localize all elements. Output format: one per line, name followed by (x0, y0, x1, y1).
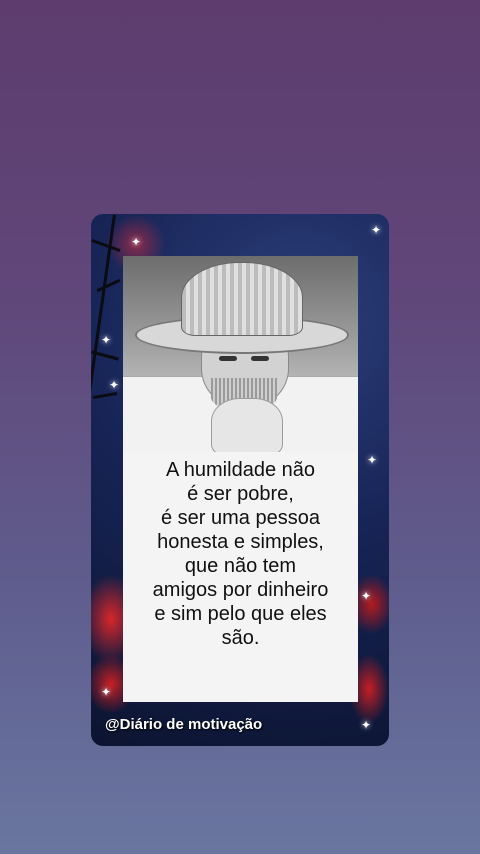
quote-box: A humildade não é ser pobre, é ser uma p… (123, 452, 358, 702)
quote-text: A humildade não é ser pobre, é ser uma p… (123, 458, 358, 650)
quote-line: são. (221, 627, 260, 649)
sparkle-icon: ✦ (101, 685, 112, 699)
quote-line: e sim pelo que eles (154, 603, 327, 625)
quote-line: que não tem (184, 555, 297, 577)
author-handle[interactable]: @Diário de motivação (105, 716, 262, 733)
quote-line: honesta e simples, (157, 531, 324, 553)
sparkle-icon: ✦ (101, 333, 112, 347)
tree-branch-decoration (92, 391, 118, 400)
quote-line: é ser pobre, (187, 483, 294, 505)
photo-hands (211, 398, 283, 452)
quote-line: A humildade não (165, 459, 315, 481)
sparkle-icon: ✦ (361, 589, 372, 603)
sparkle-icon: ✦ (361, 718, 372, 732)
sparkle-icon: ✦ (131, 235, 142, 249)
post-card: ✦ ✦ ✦ ✦ ✦ ✦ ✦ ✦ A humildade não é ser po… (91, 214, 389, 746)
sparkle-icon: ✦ (109, 378, 120, 392)
quote-line: amigos por dinheiro (152, 579, 329, 601)
straw-hat-crown (181, 262, 303, 336)
photo-eye (251, 356, 269, 361)
quote-line: é ser uma pessoa (161, 507, 320, 529)
sparkle-icon: ✦ (371, 223, 382, 237)
sparkle-icon: ✦ (367, 453, 378, 467)
tree-branch-decoration (96, 278, 121, 293)
old-man-photo (123, 256, 358, 452)
photo-eye (219, 356, 237, 361)
